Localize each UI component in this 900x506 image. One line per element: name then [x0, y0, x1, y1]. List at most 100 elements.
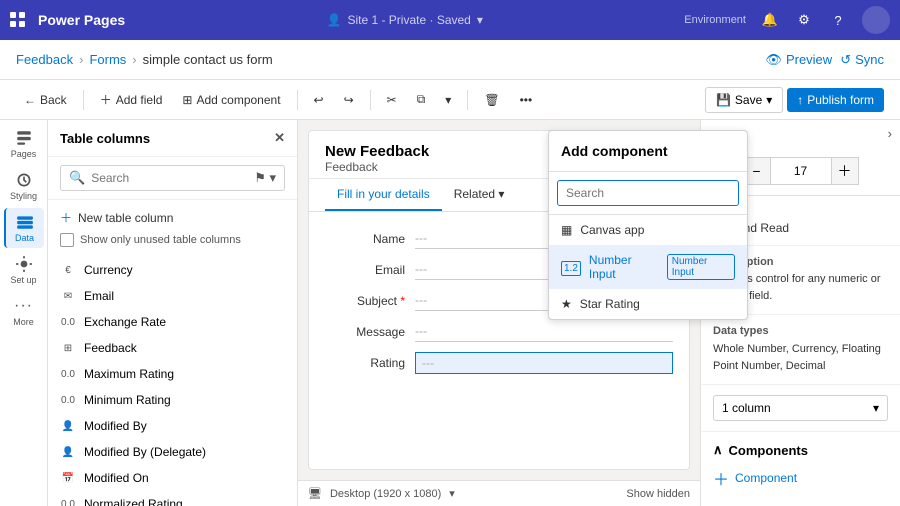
add-comp-search-input[interactable] [557, 180, 739, 206]
delete-button[interactable]: 🗑 [476, 89, 507, 111]
collapse-icon[interactable]: › [888, 126, 892, 141]
number-display: 17 [771, 157, 831, 185]
add-field-button[interactable]: ＋ Add field [92, 87, 171, 112]
field-value[interactable]: --- [415, 321, 673, 342]
breadcrumb-bar: Feedback › Forms › simple contact us for… [0, 40, 900, 80]
column-item[interactable]: 0.0 Minimum Rating [48, 387, 297, 413]
save-icon: 💾 [716, 93, 731, 107]
add-component-button[interactable]: ⊞ Add component [174, 89, 288, 111]
column-item[interactable]: ⊞Feedback [48, 335, 297, 361]
col-label: Email [84, 289, 114, 303]
search-box: 🔍 ⚑ ▾ [60, 165, 285, 191]
add-comp-item[interactable]: ▦Canvas app [549, 215, 747, 245]
more-button[interactable]: ••• [512, 89, 541, 111]
col-icon: 0.0 [60, 392, 76, 408]
filter-icon[interactable]: ⚑ ▾ [254, 170, 276, 186]
apps-icon[interactable] [10, 12, 26, 28]
sync-button[interactable]: ↺ Sync [840, 52, 884, 68]
avatar[interactable] [862, 6, 890, 34]
column-item[interactable]: 0.0Exchange Rate [48, 309, 297, 335]
toolbar-sep-4 [467, 90, 468, 110]
tab-related[interactable]: Related ▾ [442, 179, 517, 211]
nav-setup[interactable]: Set up [4, 250, 44, 290]
top-bar-right: Environment 🔔 ⚙ ? [684, 6, 890, 34]
show-unused-checkbox[interactable] [60, 233, 74, 247]
add-comp-search [549, 172, 747, 215]
breadcrumb-form-name: simple contact us form [143, 52, 273, 67]
column-item[interactable]: € Currency [48, 257, 297, 283]
field-label: Message [325, 325, 405, 339]
center-canvas: New Feedback Feedback Fill in your detai… [298, 120, 700, 506]
cut-button[interactable]: ✂ [379, 89, 405, 111]
add-component-panel: Add component ▦Canvas app1.2Number Input… [548, 130, 748, 320]
column-item[interactable]: ✉Email [48, 283, 297, 309]
add-comp-item-label: Number Input [589, 253, 659, 281]
add-comp-item-icon: ▦ [561, 223, 572, 237]
col-icon: € [60, 262, 76, 278]
number-input-badge: Number Input [667, 254, 735, 280]
preview-button[interactable]: 👁 Preview [765, 52, 832, 68]
close-panel-icon[interactable]: ✕ [274, 130, 285, 146]
field-label: Rating [325, 356, 405, 370]
field-value[interactable]: --- [415, 352, 673, 374]
settings-icon[interactable]: ⚙ [794, 10, 814, 30]
breadcrumb: Feedback › Forms › simple contact us for… [16, 52, 757, 67]
new-table-column-button[interactable]: ＋ New table column [60, 206, 285, 229]
add-comp-item[interactable]: 1.2Number InputNumber Input [549, 245, 747, 289]
dropdown-icon: ▾ [873, 401, 879, 415]
column-item[interactable]: 0.0Maximum Rating [48, 361, 297, 387]
save-dropdown-icon[interactable]: ▾ [766, 93, 772, 107]
show-hidden-btn[interactable]: Show hidden [626, 488, 690, 500]
panel-title: Table columns [60, 131, 150, 146]
column-item[interactable]: 📅Modified On [48, 465, 297, 491]
add-comp-item[interactable]: ★Star Rating [549, 289, 747, 319]
col-icon: ⊞ [60, 340, 76, 356]
nav-styling[interactable]: Styling [4, 166, 44, 206]
undo-button[interactable]: ↩ [306, 89, 332, 111]
copy-button[interactable]: ⧉ [409, 88, 434, 111]
back-button[interactable]: ← Back [16, 89, 75, 111]
col-icon: 👤 [60, 444, 76, 460]
col-icon: 👤 [60, 418, 76, 434]
tab-fill-details[interactable]: Fill in your details [325, 179, 442, 211]
collapse-components-icon[interactable]: ∧ [713, 442, 723, 458]
canvas-bottom: 🖥 Desktop (1920 x 1080) ▾ Show hidden [298, 480, 700, 506]
toolbar-sep-3 [370, 90, 371, 110]
publish-button[interactable]: ↑ Publish form [787, 88, 884, 112]
data-types-value: Whole Number, Currency, Floating Point N… [713, 341, 888, 374]
add-comp-icon: ⊞ [182, 93, 192, 107]
search-input[interactable] [91, 171, 248, 185]
panel-actions: ＋ New table column Show only unused tabl… [48, 200, 297, 253]
nav-more[interactable]: ··· More [4, 292, 44, 332]
breadcrumb-forms[interactable]: Forms [89, 52, 126, 67]
col-label: Normalized Rating [84, 497, 183, 506]
redo-button[interactable]: ↪ [336, 89, 362, 111]
paste-dropdown[interactable]: ▾ [437, 89, 459, 111]
breadcrumb-feedback[interactable]: Feedback [16, 52, 73, 67]
save-button[interactable]: 💾 Save ▾ [705, 87, 783, 113]
help-icon[interactable]: ? [828, 10, 848, 30]
add-comp-title: Add component [549, 131, 747, 172]
column-item[interactable]: 👤Modified By [48, 413, 297, 439]
column-item[interactable]: 0.0 Normalized Rating [48, 491, 297, 506]
number-plus-button[interactable]: ＋ [831, 157, 859, 185]
col-icon: 0.0 [60, 314, 76, 330]
main-layout: Pages Styling Data Set up ··· More Table… [0, 120, 900, 506]
col-icon: 0.0 [60, 496, 76, 506]
desktop-label[interactable]: Desktop (1920 x 1080) [330, 488, 441, 500]
toolbar-right: 💾 Save ▾ ↑ Publish form [705, 87, 884, 113]
env-label: Environment [684, 14, 746, 26]
nav-data[interactable]: Data [4, 208, 44, 248]
notification-icon[interactable]: 🔔 [760, 10, 780, 30]
nav-pages[interactable]: Pages [4, 124, 44, 164]
col-label: Maximum Rating [84, 367, 174, 381]
column-layout-dropdown[interactable]: 1 column ▾ [713, 395, 888, 421]
desktop-dropdown[interactable]: ▾ [449, 487, 455, 500]
panel-search: 🔍 ⚑ ▾ [48, 157, 297, 200]
add-component-btn[interactable]: ＋ Component [713, 466, 888, 490]
column-item[interactable]: 👤Modified By (Delegate) [48, 439, 297, 465]
col-label: Currency [84, 263, 133, 277]
plus-icon: ＋ [713, 466, 729, 490]
col-label: Minimum Rating [84, 393, 171, 407]
search-icon: 🔍 [69, 170, 85, 186]
